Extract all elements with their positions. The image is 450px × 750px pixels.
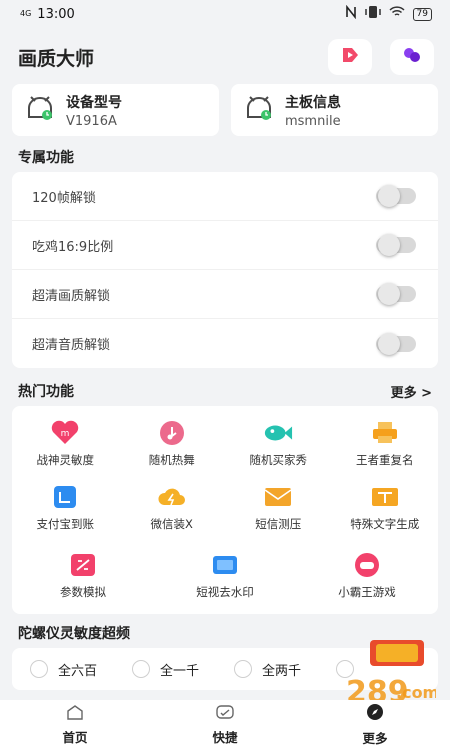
device-model-title: 设备型号 xyxy=(66,94,122,111)
nfc-icon xyxy=(345,4,357,23)
toggle-label: 吃鸡16:9比例 xyxy=(32,239,114,255)
board-info-title: 主板信息 xyxy=(285,94,341,111)
feature-label: 小霸王游戏 xyxy=(338,585,396,599)
board-info-value: msmnile xyxy=(285,113,341,129)
hot-section-title: 热门功能 更多 > xyxy=(0,376,450,406)
clock-robot-icon xyxy=(26,95,54,125)
feature-wechat[interactable]: 微信装X xyxy=(119,478,226,542)
feature-duplicate-name[interactable]: 王者重复名 xyxy=(332,414,439,478)
toggle-switch-hd-video[interactable] xyxy=(376,283,416,305)
feature-label: 王者重复名 xyxy=(356,453,414,467)
purple-blob-icon xyxy=(401,47,423,67)
watermark-icon xyxy=(210,552,240,578)
feature-label: 随机热舞 xyxy=(148,453,195,467)
nav-home[interactable]: 首页 xyxy=(0,700,150,750)
feature-label: 战神灵敏度 xyxy=(36,453,95,467)
gyro-option-label: 全六百 xyxy=(58,663,98,679)
radio-button[interactable] xyxy=(30,660,48,678)
feature-sms-test[interactable]: 短信测压 xyxy=(225,478,332,542)
toggle-row-hd-video: 超清画质解锁 xyxy=(12,270,438,319)
sliders-icon xyxy=(68,552,98,578)
toggle-label: 超清音质解锁 xyxy=(32,338,111,353)
feature-label: 特殊文字生成 xyxy=(350,517,420,531)
toggle-row-hd-audio: 超清音质解锁 xyxy=(12,319,438,368)
toggle-switch-aspect[interactable] xyxy=(376,234,416,256)
gamepad-icon xyxy=(352,552,382,578)
status-time: 13:00 xyxy=(37,6,75,22)
nav-more-label: 更多 xyxy=(362,731,388,746)
radio-button[interactable] xyxy=(234,660,252,678)
feature-label: 参数模拟 xyxy=(60,585,106,599)
feature-buyer-show[interactable]: 随机买家秀 xyxy=(225,414,332,478)
alipay-icon xyxy=(50,484,80,510)
app-title: 画质大师 xyxy=(18,47,95,70)
exclusive-section-title: 专属功能 xyxy=(0,142,450,172)
vibrate-icon xyxy=(364,5,381,23)
exclusive-title: 专属功能 xyxy=(18,150,74,166)
printer-icon xyxy=(370,420,400,446)
feature-alipay[interactable]: 支付宝到账 xyxy=(12,478,119,542)
more-link[interactable]: 更多 > xyxy=(391,382,432,401)
toggle-row-120fps: 120帧解锁 xyxy=(12,172,438,221)
nav-shortcut-label: 快捷 xyxy=(212,730,238,745)
toggle-label: 120帧解锁 xyxy=(32,190,96,206)
app-header: 画质大师 xyxy=(0,28,450,80)
device-model-card[interactable]: 设备型号 V1916A xyxy=(12,84,219,136)
cloud-bolt-icon xyxy=(157,484,187,510)
feature-label: 微信装X xyxy=(150,517,193,531)
nav-home-label: 首页 xyxy=(62,730,88,745)
music-disc-icon xyxy=(157,420,187,446)
feature-sensitivity[interactable]: m 战神灵敏度 xyxy=(12,414,119,478)
toggle-switch-120fps[interactable] xyxy=(376,185,416,207)
battery-indicator: 79 xyxy=(412,7,432,21)
heart-m-icon: m xyxy=(50,420,80,446)
compass-icon xyxy=(366,703,384,724)
envelope-icon xyxy=(263,484,293,510)
svg-text:m: m xyxy=(61,429,70,439)
gyro-option-600[interactable]: 全六百 xyxy=(30,660,132,679)
feature-retro-games[interactable]: 小霸王游戏 xyxy=(296,546,438,610)
fish-icon xyxy=(263,420,293,446)
hot-title: 热门功能 xyxy=(18,384,74,400)
toggle-switch-hd-audio[interactable] xyxy=(376,332,416,355)
gyro-title: 陀螺仪灵敏度超频 xyxy=(18,626,130,642)
exclusive-panel: 120帧解锁 吃鸡16:9比例 超清画质解锁 超清音质解锁 xyxy=(12,172,438,368)
toggle-row-aspect: 吃鸡16:9比例 xyxy=(12,221,438,270)
video-play-icon xyxy=(340,46,360,68)
feature-param-sim[interactable]: 参数模拟 xyxy=(12,546,154,610)
hot-grid: m 战神灵敏度 随机热舞 随机买家秀 王者重复名 支付宝到账 微信装X 短信测压 xyxy=(12,406,438,546)
toggle-label: 超清画质解锁 xyxy=(32,288,111,304)
feature-label: 支付宝到账 xyxy=(36,517,95,531)
gyro-option-1000[interactable]: 全一千 xyxy=(132,660,234,679)
feature-random-dance[interactable]: 随机热舞 xyxy=(119,414,226,478)
feature-special-text[interactable]: 特殊文字生成 xyxy=(332,478,439,542)
shortcut-icon xyxy=(215,704,235,723)
signal-indicator: 4G xyxy=(20,9,32,18)
wifi-icon xyxy=(389,6,405,22)
hot-grid-row3: 参数模拟 短视去水印 小霸王游戏 xyxy=(12,546,438,614)
feature-remove-watermark[interactable]: 短视去水印 xyxy=(154,546,296,610)
feature-label: 短信测压 xyxy=(255,517,302,531)
nav-more[interactable]: 更多 xyxy=(300,700,450,750)
text-gen-icon xyxy=(370,484,400,510)
radio-button[interactable] xyxy=(132,660,150,678)
hot-panel: m 战神灵敏度 随机热舞 随机买家秀 王者重复名 支付宝到账 微信装X 短信测压 xyxy=(12,406,438,614)
device-model-value: V1916A xyxy=(66,113,117,129)
feature-label: 随机买家秀 xyxy=(249,453,308,467)
clock-robot-icon xyxy=(245,95,273,125)
device-info-row: 设备型号 V1916A 主板信息 msmnile xyxy=(0,84,450,136)
bottom-nav: 首页 快捷 更多 xyxy=(0,700,450,750)
home-icon xyxy=(66,704,84,723)
purple-blob-button[interactable] xyxy=(390,39,434,75)
board-info-card[interactable]: 主板信息 msmnile xyxy=(231,84,438,136)
gyro-option-label: 全一千 xyxy=(160,663,200,679)
feature-label: 短视去水印 xyxy=(196,585,254,599)
status-bar: 4G 13:00 79 xyxy=(0,0,450,28)
video-play-button[interactable] xyxy=(328,39,372,75)
nav-shortcut[interactable]: 快捷 xyxy=(150,700,300,750)
